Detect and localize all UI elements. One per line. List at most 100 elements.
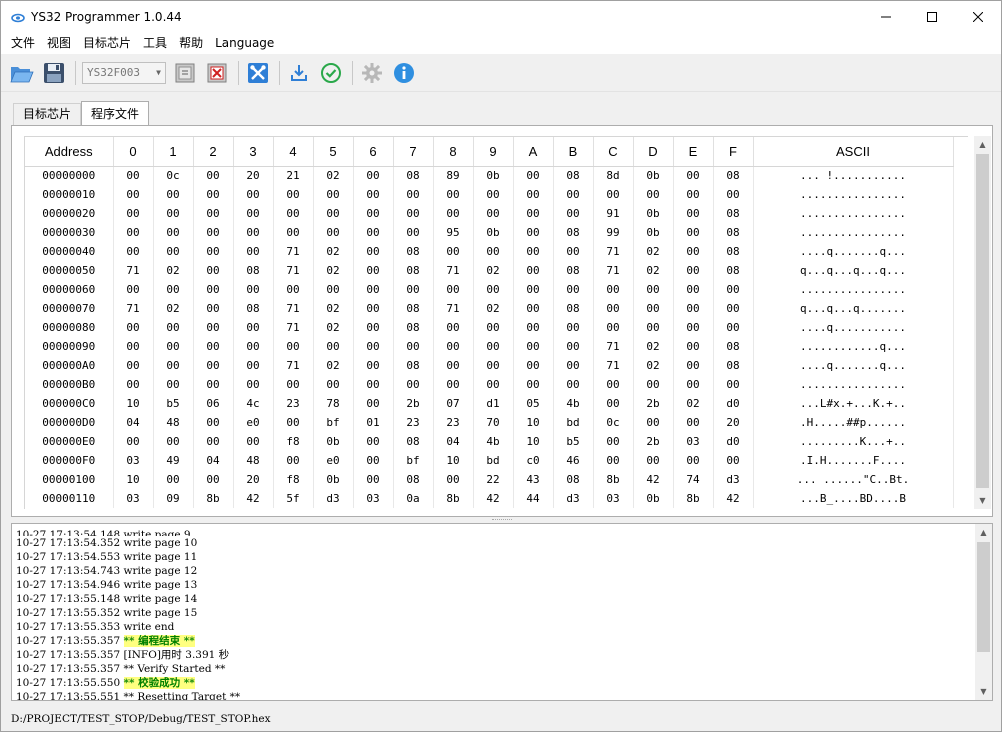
hex-byte-cell[interactable]: f8: [273, 470, 314, 489]
hex-byte-cell[interactable]: 0b: [633, 166, 674, 185]
hex-byte-cell[interactable]: 00: [433, 356, 474, 375]
menu-view[interactable]: 视图: [41, 32, 77, 54]
hex-byte-cell[interactable]: b5: [153, 394, 194, 413]
log-scrollbar[interactable]: ▲ ▼: [975, 524, 992, 700]
hex-byte-cell[interactable]: d3: [553, 489, 594, 508]
hex-byte-cell[interactable]: 8b: [673, 489, 714, 508]
hex-byte-cell[interactable]: 00: [593, 185, 634, 204]
hex-byte-cell[interactable]: 02: [313, 356, 354, 375]
hex-byte-cell[interactable]: 00: [353, 375, 394, 394]
hex-byte-cell[interactable]: 00: [193, 432, 234, 451]
hex-byte-cell[interactable]: 00: [193, 318, 234, 337]
hex-byte-cell[interactable]: 00: [153, 280, 194, 299]
hex-byte-cell[interactable]: 00: [433, 470, 474, 489]
hex-byte-cell[interactable]: 00: [593, 299, 634, 318]
hex-row[interactable]: 00000110 03 09 8b 42 5f d3 03 0a 8b 42 44 d3 03 0b 8b 42…: [25, 489, 954, 508]
tab-program-file[interactable]: 程序文件: [81, 101, 150, 125]
hex-byte-cell[interactable]: 00: [673, 204, 714, 223]
hex-byte-cell[interactable]: 0a: [393, 489, 434, 508]
hex-byte-cell[interactable]: 95: [433, 223, 474, 242]
hex-byte-cell[interactable]: 21: [273, 166, 314, 185]
hex-byte-cell[interactable]: 00: [193, 299, 234, 318]
hex-byte-cell[interactable]: 0b: [313, 470, 354, 489]
hex-byte-cell[interactable]: 42: [633, 470, 674, 489]
hex-row[interactable]: 00000060 00 00 00 00 00 00 00 00 00 00 00 00 00 00 00 00…: [25, 280, 954, 299]
hex-byte-cell[interactable]: 8b: [193, 489, 234, 508]
hex-byte-cell[interactable]: 00: [193, 166, 234, 185]
hex-byte-cell[interactable]: 00: [673, 451, 714, 470]
hex-byte-cell[interactable]: d0: [713, 432, 754, 451]
hex-byte-cell[interactable]: 00: [433, 318, 474, 337]
hex-byte-cell[interactable]: 91: [593, 204, 634, 223]
hex-byte-cell[interactable]: 00: [513, 223, 554, 242]
hex-byte-cell[interactable]: 08: [393, 299, 434, 318]
hex-byte-cell[interactable]: 89: [433, 166, 474, 185]
hex-byte-cell[interactable]: 02: [633, 261, 674, 280]
hex-byte-cell[interactable]: 0b: [633, 223, 674, 242]
hex-byte-cell[interactable]: 00: [553, 242, 594, 261]
hex-byte-cell[interactable]: 00: [193, 261, 234, 280]
hex-byte-cell[interactable]: 00: [353, 299, 394, 318]
hex-byte-cell[interactable]: 00: [153, 185, 194, 204]
hex-byte-cell[interactable]: 00: [473, 185, 514, 204]
hex-byte-cell[interactable]: 08: [553, 299, 594, 318]
hex-byte-cell[interactable]: 71: [273, 242, 314, 261]
hex-row[interactable]: 000000D0 04 48 00 e0 00 bf 01 23 23 70 10 bd 0c 00 00 20…: [25, 413, 954, 432]
scroll-up-arrow-icon[interactable]: ▲: [975, 524, 992, 541]
hex-byte-cell[interactable]: 04: [113, 413, 154, 432]
hex-byte-cell[interactable]: 08: [393, 318, 434, 337]
hex-byte-cell[interactable]: 00: [593, 375, 634, 394]
hex-byte-cell[interactable]: 00: [353, 432, 394, 451]
hex-byte-cell[interactable]: 00: [313, 375, 354, 394]
hex-byte-cell[interactable]: 00: [193, 223, 234, 242]
menu-target-chip[interactable]: 目标芯片: [77, 32, 137, 54]
hex-byte-cell[interactable]: 43: [513, 470, 554, 489]
hex-byte-cell[interactable]: 08: [233, 261, 274, 280]
hex-byte-cell[interactable]: 00: [113, 204, 154, 223]
hex-byte-cell[interactable]: 00: [513, 299, 554, 318]
hex-byte-cell[interactable]: 00: [553, 280, 594, 299]
hex-byte-cell[interactable]: 71: [593, 261, 634, 280]
hex-byte-cell[interactable]: 03: [593, 489, 634, 508]
download-program-button[interactable]: [286, 60, 312, 86]
hex-byte-cell[interactable]: d3: [713, 470, 754, 489]
hex-byte-cell[interactable]: 03: [673, 432, 714, 451]
hex-byte-cell[interactable]: 71: [113, 299, 154, 318]
hex-byte-cell[interactable]: 22: [473, 470, 514, 489]
hex-byte-cell[interactable]: 00: [593, 451, 634, 470]
hex-byte-cell[interactable]: 10: [113, 394, 154, 413]
hex-byte-cell[interactable]: 00: [233, 318, 274, 337]
hex-byte-cell[interactable]: 0c: [593, 413, 634, 432]
hex-byte-cell[interactable]: 00: [113, 432, 154, 451]
hex-byte-cell[interactable]: 00: [353, 451, 394, 470]
hex-byte-cell[interactable]: 00: [193, 413, 234, 432]
hex-byte-cell[interactable]: 02: [473, 261, 514, 280]
minimize-button[interactable]: [863, 1, 909, 32]
hex-byte-cell[interactable]: 00: [393, 204, 434, 223]
hex-byte-cell[interactable]: c0: [513, 451, 554, 470]
hex-byte-cell[interactable]: 00: [433, 204, 474, 223]
hex-byte-cell[interactable]: 23: [433, 413, 474, 432]
hex-row[interactable]: 000000E0 00 00 00 00 f8 0b 00 08 04 4b 10 b5 00 2b 03 d0…: [25, 432, 954, 451]
close-button[interactable]: [955, 1, 1001, 32]
hex-byte-cell[interactable]: 00: [633, 451, 674, 470]
hex-row[interactable]: 00000050 71 02 00 08 71 02 00 08 71 02 00 08 71 02 00 08…: [25, 261, 954, 280]
hex-byte-cell[interactable]: 00: [353, 394, 394, 413]
hex-byte-cell[interactable]: 00: [113, 318, 154, 337]
hex-byte-cell[interactable]: 00: [473, 280, 514, 299]
menu-help[interactable]: 帮助: [173, 32, 209, 54]
hex-byte-cell[interactable]: 42: [233, 489, 274, 508]
hex-byte-cell[interactable]: 00: [473, 337, 514, 356]
hex-byte-cell[interactable]: 00: [593, 394, 634, 413]
hex-byte-cell[interactable]: 71: [593, 242, 634, 261]
hex-row[interactable]: 00000070 71 02 00 08 71 02 00 08 71 02 00 08 00 00 00 00…: [25, 299, 954, 318]
hex-byte-cell[interactable]: 00: [673, 299, 714, 318]
hex-byte-cell[interactable]: e0: [313, 451, 354, 470]
hex-byte-cell[interactable]: 00: [353, 204, 394, 223]
hex-byte-cell[interactable]: 00: [393, 375, 434, 394]
hex-row[interactable]: 00000080 00 00 00 00 71 02 00 08 00 00 00 00 00 00 00 00…: [25, 318, 954, 337]
hex-row[interactable]: 00000100 10 00 00 20 f8 0b 00 08 00 22 43 08 8b 42 74 d3…: [25, 470, 954, 489]
hex-byte-cell[interactable]: 00: [513, 242, 554, 261]
hex-byte-cell[interactable]: 08: [553, 470, 594, 489]
hex-row[interactable]: 00000010 00 00 00 00 00 00 00 00 00 00 00 00 00 00 00 00…: [25, 185, 954, 204]
